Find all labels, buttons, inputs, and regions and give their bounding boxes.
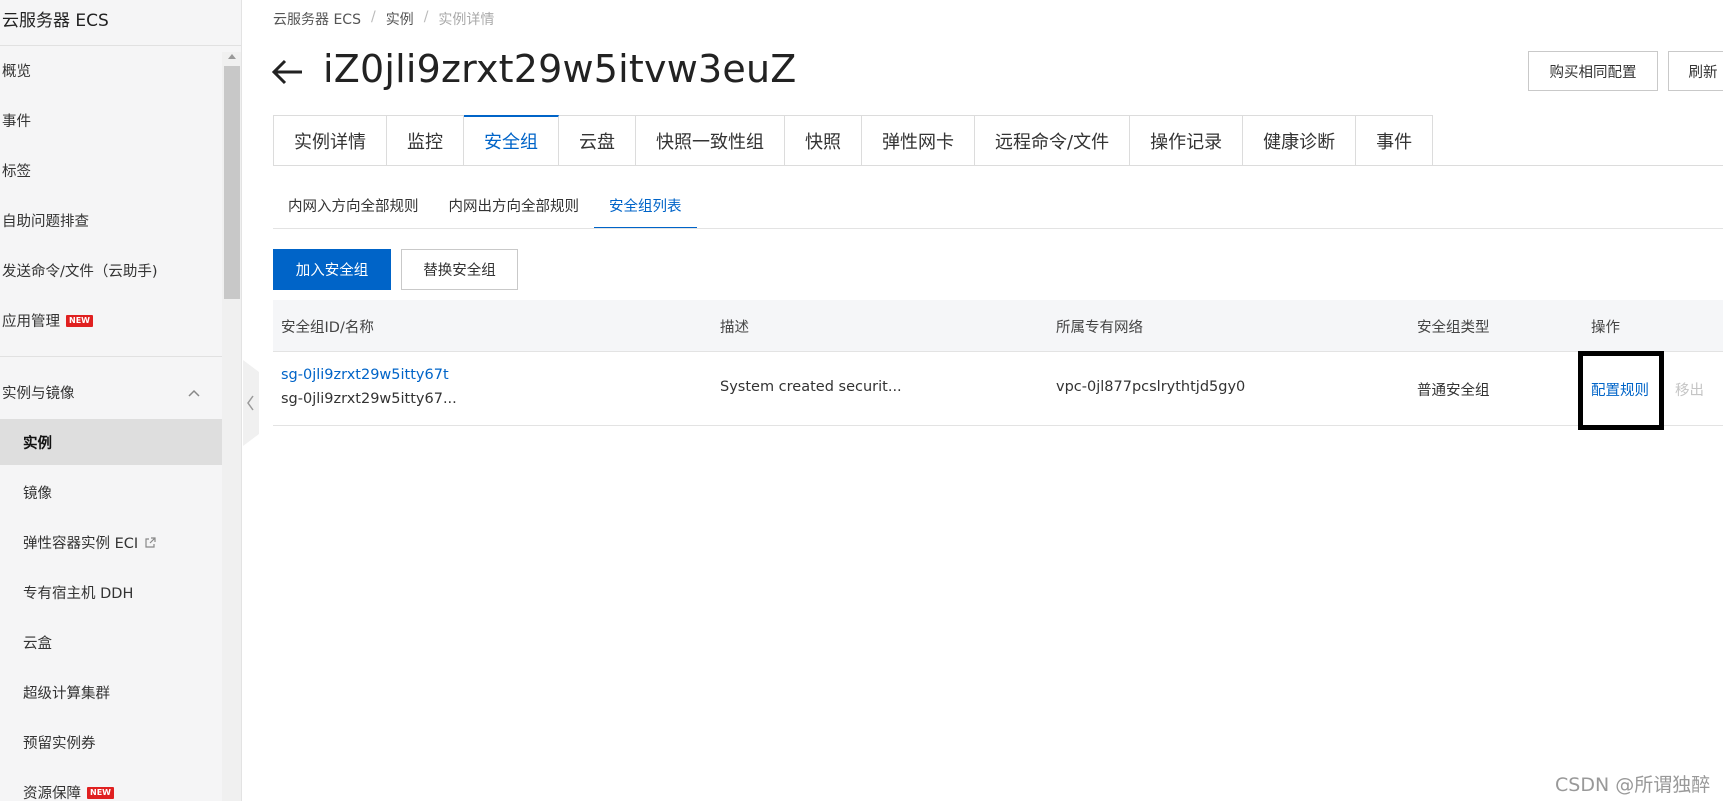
subtab-outbound-rules[interactable]: 内网出方向全部规则 — [434, 188, 595, 229]
scroll-up-arrow-icon[interactable] — [227, 52, 237, 62]
table-row: sg-0jli9zrxt29w5itty67t sg-0jli9zrxt29w5… — [273, 352, 1723, 426]
sidebar-item-label: 自助问题排查 — [2, 214, 89, 230]
sidebar-item-label: 概览 — [2, 64, 31, 80]
page-title: iZ0jli9zrxt29w5itvw3euZ — [323, 47, 797, 91]
subtabs-divider — [273, 228, 1723, 229]
remove-link[interactable]: 移出 — [1675, 379, 1704, 400]
subtab-inbound-rules[interactable]: 内网入方向全部规则 — [273, 188, 434, 229]
subtab-security-group-list[interactable]: 安全组列表 — [594, 188, 697, 229]
sidebar-item-label: 预留实例券 — [23, 736, 96, 752]
column-header-vpc: 所属专有网络 — [1056, 320, 1143, 336]
sidebar-item-label: 弹性容器实例 ECI — [23, 536, 139, 552]
sidebar-item-label: 镜像 — [23, 486, 52, 502]
tab-eni[interactable]: 弹性网卡 — [862, 115, 975, 166]
sidebar: 云服务器 ECS 概览 事件 标签 自助问题排查 发送命令/文件（云助手) 应用… — [0, 0, 242, 801]
sidebar-group-instances-images[interactable]: 实例与镜像 — [2, 382, 75, 403]
security-group-vpc: vpc-0jl877pcslrythtjd5gy0 — [1056, 379, 1246, 395]
tab-remote-commands[interactable]: 远程命令/文件 — [975, 115, 1131, 166]
refresh-button[interactable]: 刷新 — [1668, 51, 1723, 91]
sidebar-item-label: 云盒 — [23, 636, 52, 652]
breadcrumb-ecs[interactable]: 云服务器 ECS — [273, 9, 361, 29]
back-arrow-icon[interactable] — [270, 54, 306, 90]
replace-security-group-button[interactable]: 替换安全组 — [401, 249, 518, 290]
tabs-divider — [273, 165, 1723, 166]
security-group-type: 普通安全组 — [1417, 383, 1490, 399]
tab-instance-details[interactable]: 实例详情 — [273, 115, 387, 166]
sidebar-item-overview[interactable]: 概览 — [2, 60, 31, 81]
detail-tabs: 实例详情 监控 安全组 云盘 快照一致性组 快照 弹性网卡 远程命令/文件 操作… — [273, 115, 1434, 166]
sidebar-item-label: 专有宿主机 DDH — [23, 586, 134, 602]
sidebar-item-resource-guarantee[interactable]: 资源保障 NEW — [23, 782, 114, 801]
security-group-name: sg-0jli9zrxt29w5itty67... — [281, 391, 457, 407]
sidebar-item-cloudbox[interactable]: 云盒 — [23, 632, 52, 653]
sidebar-item-reserved-instances[interactable]: 预留实例券 — [23, 732, 96, 753]
column-header-type: 安全组类型 — [1417, 320, 1490, 336]
breadcrumb-instances[interactable]: 实例 — [386, 9, 414, 29]
sidebar-item-tags[interactable]: 标签 — [2, 160, 31, 181]
breadcrumb-current: 实例详情 — [438, 12, 495, 28]
column-header-id-name: 安全组ID/名称 — [281, 320, 374, 336]
table-header: 安全组ID/名称 描述 所属专有网络 安全组类型 操作 — [273, 300, 1723, 352]
breadcrumb-separator: / — [423, 9, 429, 25]
column-header-actions: 操作 — [1591, 320, 1620, 336]
divider — [0, 356, 241, 357]
chevron-up-icon[interactable] — [188, 387, 200, 399]
column-header-description: 描述 — [720, 320, 749, 336]
sidebar-item-troubleshoot[interactable]: 自助问题排查 — [2, 210, 89, 231]
sidebar-item-scc[interactable]: 超级计算集群 — [23, 682, 110, 703]
tab-security-groups[interactable]: 安全组 — [464, 115, 559, 166]
tab-events[interactable]: 事件 — [1356, 115, 1434, 166]
tab-snapshots[interactable]: 快照 — [785, 115, 862, 166]
breadcrumb-separator: / — [370, 9, 376, 25]
sidebar-item-label: 应用管理 — [2, 314, 60, 330]
buy-same-config-button[interactable]: 购买相同配置 — [1528, 51, 1658, 91]
sidebar-item-send-command[interactable]: 发送命令/文件（云助手) — [2, 260, 158, 281]
join-security-group-button[interactable]: 加入安全组 — [273, 249, 391, 290]
tab-health-diagnosis[interactable]: 健康诊断 — [1243, 115, 1357, 166]
sidebar-group-label: 实例与镜像 — [2, 386, 75, 402]
sidebar-item-label: 实例 — [23, 436, 52, 452]
sidebar-item-label: 资源保障 — [23, 786, 81, 801]
tab-operation-logs[interactable]: 操作记录 — [1130, 115, 1244, 166]
security-group-description: System created securit... — [720, 379, 902, 395]
sidebar-collapse-handle-icon[interactable] — [243, 360, 259, 446]
security-group-subtabs: 内网入方向全部规则 内网出方向全部规则 安全组列表 — [273, 188, 697, 229]
tab-snapshot-consistency-groups[interactable]: 快照一致性组 — [636, 115, 785, 166]
sidebar-item-label: 超级计算集群 — [23, 686, 110, 702]
sidebar-title: 云服务器 ECS — [2, 11, 109, 31]
sidebar-item-images[interactable]: 镜像 — [23, 482, 52, 503]
sidebar-item-instances[interactable]: 实例 — [23, 432, 52, 453]
tab-disks[interactable]: 云盘 — [559, 115, 636, 166]
sidebar-item-label: 标签 — [2, 164, 31, 180]
external-link-icon — [145, 536, 156, 548]
tab-monitoring[interactable]: 监控 — [387, 115, 464, 166]
breadcrumb: 云服务器 ECS / 实例 / 实例详情 — [273, 9, 494, 29]
new-badge: NEW — [87, 786, 114, 799]
sidebar-item-label: 事件 — [2, 114, 31, 130]
sidebar-item-eci[interactable]: 弹性容器实例 ECI — [23, 532, 156, 553]
security-group-id-link[interactable]: sg-0jli9zrxt29w5itty67t — [281, 367, 449, 383]
sidebar-item-events[interactable]: 事件 — [2, 110, 31, 131]
sidebar-item-ddh[interactable]: 专有宿主机 DDH — [23, 582, 133, 603]
divider — [0, 45, 241, 46]
watermark: CSDN @所谓独醉 — [1555, 774, 1711, 796]
scrollbar-thumb[interactable] — [224, 66, 240, 299]
sidebar-item-app-management[interactable]: 应用管理 NEW — [2, 310, 93, 331]
sidebar-item-label: 发送命令/文件（云助手) — [2, 264, 158, 280]
new-badge: NEW — [66, 314, 93, 327]
annotation-highlight-box — [1578, 351, 1664, 430]
